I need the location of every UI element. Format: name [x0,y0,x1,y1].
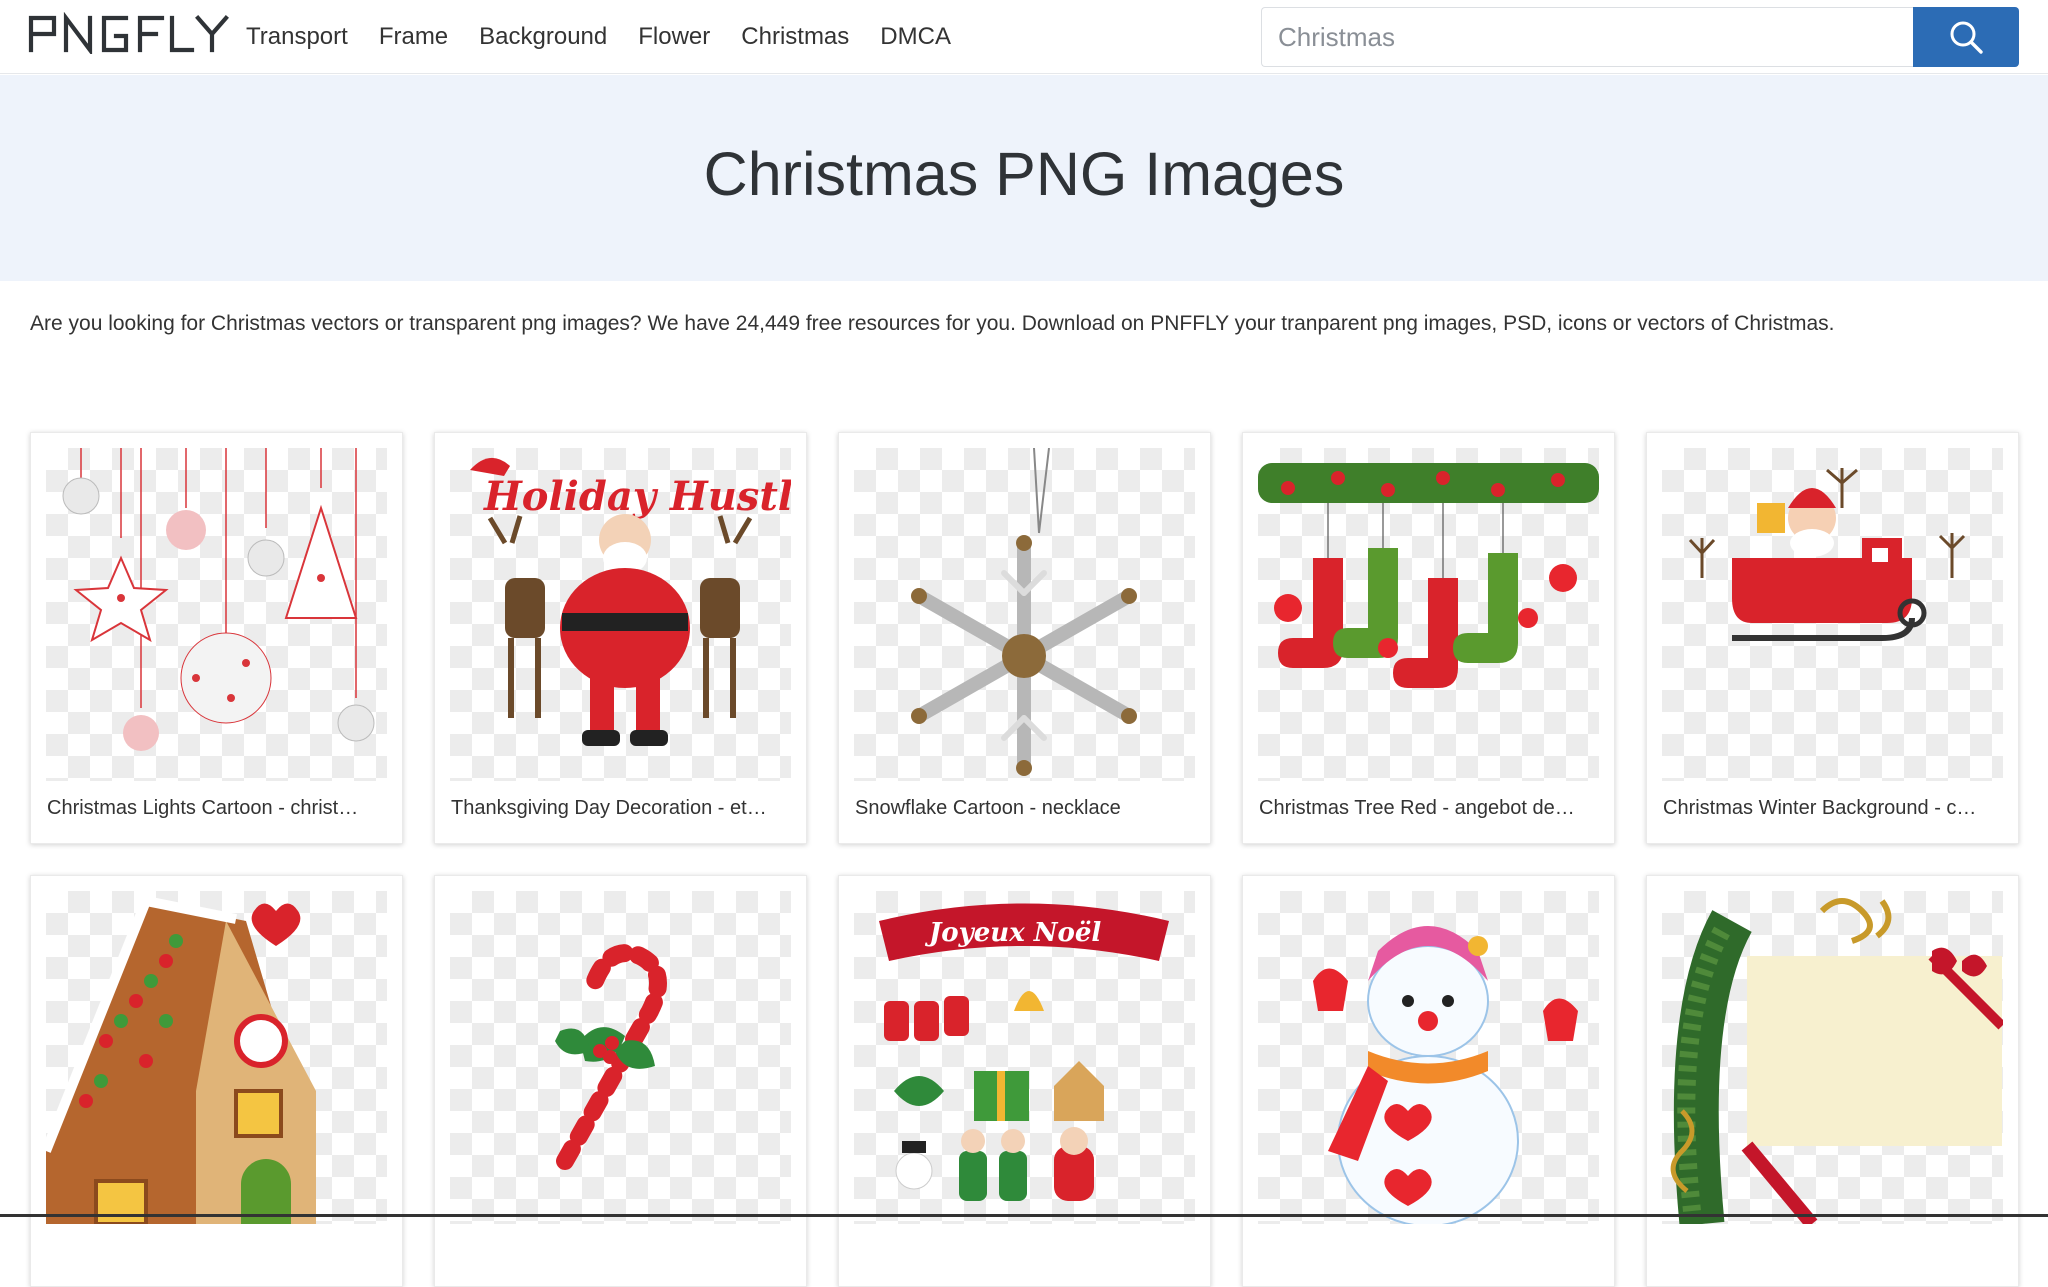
joyeux-noel-text: Joyeux Noël [924,918,1101,948]
image-card[interactable]: Christmas Lights Cartoon - christ… [30,432,403,844]
hero-banner: Christmas PNG Images [0,75,2048,281]
page-title: Christmas PNG Images [703,140,1345,208]
holiday-hustle-text: Holiday Hustle [483,473,791,520]
nav-link-background[interactable]: Background [479,0,607,74]
search-button[interactable] [1913,7,2019,67]
image-card[interactable]: Christmas Tree Red - angebot de… [1242,432,1615,844]
image-card[interactable]: Snowflake Cartoon - necklace [838,432,1211,844]
card-image-hanging-ornaments [46,448,387,781]
nav-link-flower[interactable]: Flower [638,0,710,74]
top-navbar: Transport Frame Background Flower Christ… [0,0,2048,74]
card-image-snowman [1258,891,1599,1224]
image-card[interactable] [434,875,807,1287]
image-card[interactable] [1646,875,2019,1287]
pngfly-logo[interactable] [28,11,232,57]
image-grid: Christmas Lights Cartoon - christ… Holid… [30,432,2020,1287]
nav-link-christmas[interactable]: Christmas [741,0,849,74]
card-image-holiday-hustle: Holiday Hustle [450,448,791,781]
main-nav: Transport Frame Background Flower Christ… [246,0,982,74]
image-card[interactable]: Holiday Hustle Thanksgiving Day Decorati… [434,432,807,844]
image-card[interactable]: Christmas Winter Background - c… [1646,432,2019,844]
card-title: Thanksgiving Day Decoration - et… [451,797,767,819]
image-card[interactable] [30,875,403,1287]
nav-link-frame[interactable]: Frame [379,0,448,74]
logo-wordmark [28,11,229,57]
intro-text: Are you looking for Christmas vectors or… [30,312,1835,335]
card-title: Snowflake Cartoon - necklace [855,797,1121,819]
card-image-christmas-card [1662,891,2003,1224]
card-image-santa-sleigh [1662,448,2003,781]
card-title: Christmas Tree Red - angebot de… [1259,797,1575,819]
search-input[interactable] [1261,7,1914,67]
card-image-gingerbread-house [46,891,387,1224]
card-image-joyeux-noel: Joyeux Noël [854,891,1195,1224]
nav-link-dmca[interactable]: DMCA [880,0,951,74]
card-image-christmas-stockings [1258,448,1599,781]
nav-link-transport[interactable]: Transport [246,0,348,74]
card-image-candy-cane [450,891,791,1224]
image-card[interactable]: Joyeux Noël [838,875,1211,1287]
image-card[interactable] [1242,875,1615,1287]
search-icon [1950,21,1983,54]
card-title: Christmas Lights Cartoon - christ… [47,797,359,819]
card-image-snowflake-necklace [854,448,1195,781]
card-title: Christmas Winter Background - c… [1663,797,1977,819]
